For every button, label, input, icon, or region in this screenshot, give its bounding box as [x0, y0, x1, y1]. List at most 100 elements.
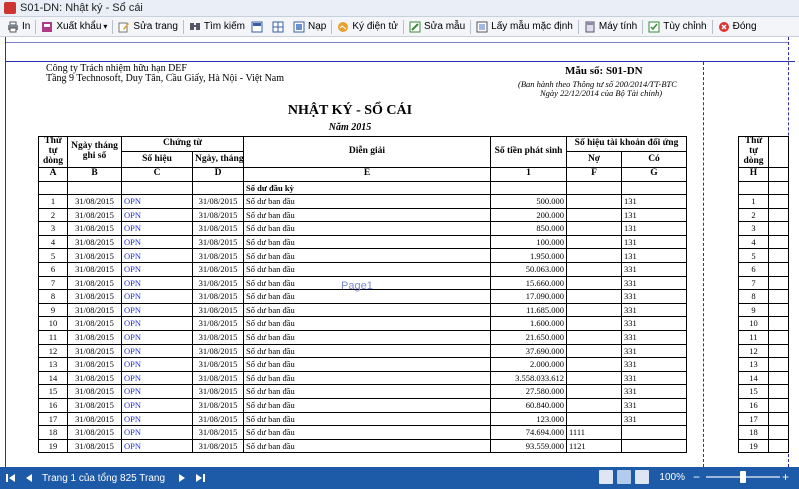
- voucher-link[interactable]: OPN: [121, 221, 193, 236]
- amount: 15.660.000: [490, 275, 567, 291]
- voucher-link[interactable]: OPN: [121, 343, 193, 359]
- table-cell: [768, 370, 789, 386]
- toolbar-separator: [642, 19, 644, 34]
- opening-balance-label: Số dư đầu kỳ: [243, 180, 491, 196]
- prev-page-button[interactable]: [22, 471, 36, 485]
- company-address: Tầng 9 Technosoft, Duy Tân, Cầu Giấy, Hà…: [46, 73, 285, 84]
- amount: 60.840.000: [490, 398, 567, 413]
- calculator-button[interactable]: Máy tính: [581, 18, 640, 36]
- voucher-link[interactable]: OPN: [121, 330, 193, 345]
- report-title: NHẬT KÝ - SỔ CÁI: [287, 103, 413, 118]
- report-preview[interactable]: Công ty Trách nhiệm hữu hạn DEF Tầng 9 T…: [0, 37, 799, 467]
- posting-date: 31/08/2015: [67, 357, 122, 372]
- debit-account: [566, 302, 622, 318]
- row-number: 2: [38, 207, 68, 223]
- voucher-link[interactable]: OPN: [121, 275, 193, 291]
- voucher-link[interactable]: OPN: [121, 411, 193, 427]
- posting-date: 31/08/2015: [67, 302, 122, 318]
- table-cell: [768, 234, 789, 250]
- row-number: 17: [738, 411, 769, 427]
- app-icon: [4, 2, 16, 14]
- close-button[interactable]: Đóng: [715, 18, 760, 36]
- edit-template-button[interactable]: Sửa mẫu: [406, 18, 468, 36]
- debit-account: [566, 234, 622, 250]
- col-header-description: Diễn giải: [243, 136, 491, 168]
- amount: 27.580.000: [490, 384, 567, 399]
- export-icon: [41, 21, 53, 33]
- debit-account: [566, 289, 622, 304]
- voucher-link[interactable]: OPN: [121, 207, 193, 223]
- voucher-link[interactable]: OPN: [121, 302, 193, 318]
- first-page-button[interactable]: [4, 471, 18, 485]
- voucher-date: 31/08/2015: [192, 302, 244, 318]
- credit-account: 331: [621, 384, 687, 399]
- row-number: 15: [38, 384, 68, 399]
- col-header-stt: Thứ tự dòng: [38, 136, 68, 168]
- posting-date: 31/08/2015: [67, 438, 122, 454]
- amount: 17.090.000: [490, 289, 567, 304]
- table-cell: [768, 330, 789, 345]
- multi-page-view-button[interactable]: [635, 470, 650, 484]
- description: Số dư ban đầu: [243, 398, 491, 413]
- amount: 1.950.000: [490, 248, 567, 264]
- load-button[interactable]: Nạp: [290, 18, 329, 36]
- next-page-row: 11: [738, 330, 789, 345]
- single-page-view-button[interactable]: [599, 470, 614, 484]
- e-sign-button[interactable]: Ký điện tử: [334, 18, 401, 36]
- voucher-link[interactable]: OPN: [121, 370, 193, 386]
- row-number: 7: [738, 275, 769, 291]
- voucher-link[interactable]: OPN: [121, 316, 193, 332]
- posting-date: 31/08/2015: [67, 398, 122, 413]
- signature-icon: [337, 21, 349, 33]
- prev-page-icon: [26, 474, 32, 482]
- voucher-link[interactable]: OPN: [121, 289, 193, 304]
- col-header-voucher-date: Ngày, tháng: [192, 151, 244, 168]
- edit-page-button[interactable]: Sửa trang: [115, 18, 181, 36]
- next-page-header-stt: Thứ tự dòng: [738, 136, 769, 168]
- voucher-link[interactable]: OPN: [121, 262, 193, 277]
- zoom-out-button[interactable]: −: [693, 470, 700, 484]
- voucher-link[interactable]: OPN: [121, 438, 193, 454]
- zoom-slider-knob[interactable]: [739, 471, 746, 483]
- table-cell: [768, 438, 789, 454]
- voucher-link[interactable]: OPN: [121, 425, 193, 440]
- voucher-link[interactable]: OPN: [121, 357, 193, 372]
- debit-account: [566, 330, 622, 345]
- voucher-date: 31/08/2015: [192, 234, 244, 250]
- voucher-link[interactable]: OPN: [121, 384, 193, 399]
- voucher-link[interactable]: OPN: [121, 234, 193, 250]
- voucher-link[interactable]: OPN: [121, 248, 193, 264]
- voucher-date: 31/08/2015: [192, 248, 244, 264]
- row-number: 2: [738, 207, 769, 223]
- next-page-row: [738, 180, 789, 196]
- search-icon: [189, 21, 201, 33]
- credit-account: 331: [621, 262, 687, 277]
- table-row: 3 31/08/2015 OPN 31/08/2015 Số dư ban đầu 850…: [38, 221, 687, 236]
- continuous-view-button[interactable]: [617, 470, 632, 484]
- zoom-in-button[interactable]: +: [782, 470, 789, 484]
- debit-account: [566, 316, 622, 332]
- status-bar: Trang 1 của tổng 825 Trang 100% − +: [0, 467, 799, 489]
- print-button[interactable]: In: [4, 18, 33, 36]
- search-button[interactable]: Tìm kiếm: [186, 18, 248, 36]
- zoom-slider[interactable]: [705, 471, 780, 483]
- voucher-link[interactable]: OPN: [121, 194, 193, 209]
- grid-button[interactable]: [269, 18, 290, 36]
- voucher-link[interactable]: OPN: [121, 398, 193, 413]
- table-cell: [768, 411, 789, 427]
- description: Số dư ban đầu: [243, 316, 491, 332]
- row-number: 11: [38, 330, 68, 345]
- next-page-button[interactable]: [175, 471, 189, 485]
- export-button[interactable]: Xuất khẩu ▾: [38, 18, 110, 36]
- row-number: 19: [38, 438, 68, 454]
- debit-account: [566, 221, 622, 236]
- last-page-button[interactable]: [193, 471, 207, 485]
- next-page-row: 13: [738, 357, 789, 372]
- col-header-amount: Số tiền phát sinh: [490, 136, 567, 168]
- credit-account: 331: [621, 370, 687, 386]
- next-page-code: H: [738, 166, 769, 182]
- layout-button[interactable]: [248, 18, 269, 36]
- default-template-button[interactable]: Lấy mẫu mặc định: [473, 18, 576, 36]
- row-number: 4: [38, 234, 68, 250]
- customize-button[interactable]: Tùy chỉnh: [645, 18, 709, 36]
